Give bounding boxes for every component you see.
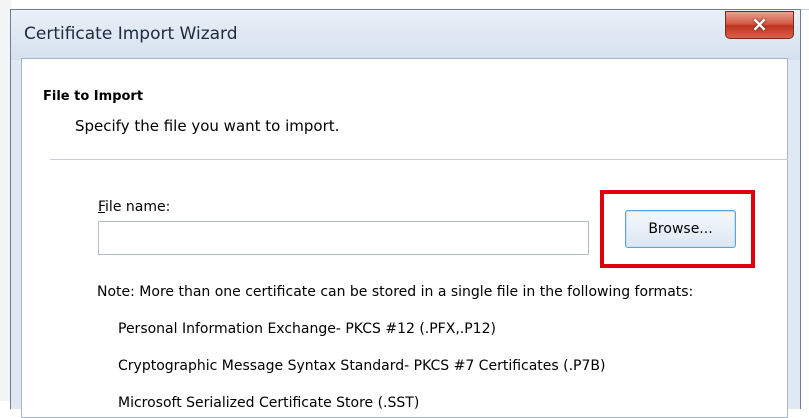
file-name-input[interactable] bbox=[98, 221, 589, 255]
format-item-pfx: Personal Information Exchange- PKCS #12 … bbox=[118, 321, 496, 337]
window-title: Certificate Import Wizard bbox=[24, 24, 238, 44]
certificate-import-wizard-window: Certificate Import Wizard × File to Impo… bbox=[10, 9, 801, 418]
file-name-label-mnemonic: F bbox=[98, 199, 106, 215]
header-divider bbox=[50, 159, 788, 160]
wizard-content: File to Import Specify the file you want… bbox=[21, 58, 788, 418]
formats-note: Note: More than one certificate can be s… bbox=[97, 284, 694, 300]
close-button[interactable]: × bbox=[725, 11, 794, 39]
close-icon: × bbox=[751, 12, 768, 36]
format-item-p7b: Cryptographic Message Syntax Standard- P… bbox=[118, 358, 606, 374]
file-name-label: File name: bbox=[98, 199, 170, 215]
page-heading: File to Import bbox=[43, 89, 144, 104]
title-bar[interactable]: Certificate Import Wizard × bbox=[11, 10, 800, 60]
browse-button[interactable]: Browse... bbox=[625, 210, 736, 248]
file-name-label-text: ile name: bbox=[105, 199, 171, 215]
page-subheading: Specify the file you want to import. bbox=[75, 117, 340, 135]
format-item-sst: Microsoft Serialized Certificate Store (… bbox=[118, 395, 420, 411]
